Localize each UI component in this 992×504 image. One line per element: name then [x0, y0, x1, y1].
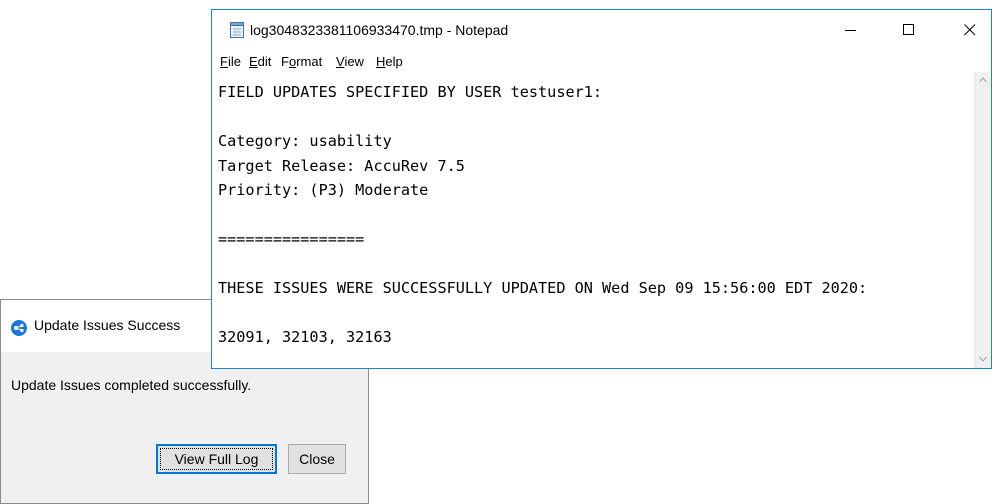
text-line — [218, 203, 867, 228]
minimize-icon — [845, 30, 856, 31]
close-icon — [964, 24, 976, 36]
text-line: 32091, 32103, 32163 — [218, 328, 392, 346]
notepad-window: log3048323381106933470.tmp - Notepad Fil… — [211, 9, 992, 369]
accurev-app-icon — [11, 320, 27, 336]
vertical-scrollbar[interactable] — [974, 72, 991, 368]
maximize-icon — [903, 24, 914, 35]
notepad-titlebar[interactable]: log3048323381106933470.tmp - Notepad — [212, 10, 991, 50]
maximize-button[interactable] — [886, 10, 932, 50]
text-line: FIELD UPDATES SPECIFIED BY USER testuser… — [218, 83, 603, 101]
window-close-button[interactable] — [947, 10, 992, 50]
text-line: Priority: (P3) Moderate — [218, 181, 429, 199]
notepad-menubar: File Edit Format View Help — [212, 50, 991, 70]
view-full-log-button[interactable]: View Full Log — [156, 444, 277, 474]
text-line: THESE ISSUES WERE SUCCESSFULLY UPDATED O… — [218, 279, 868, 297]
focus-ring — [160, 448, 273, 470]
chevron-down-icon — [979, 356, 987, 362]
text-line: Target Release: AccuRev 7.5 — [218, 156, 465, 175]
text-line — [218, 252, 867, 277]
menu-edit[interactable]: Edit — [249, 54, 271, 69]
dialog-title: Update Issues Success — [34, 317, 181, 333]
notepad-text-area[interactable]: FIELD UPDATES SPECIFIED BY USER testuser… — [218, 80, 867, 350]
dialog-message: Update Issues completed successfully. — [11, 377, 252, 393]
text-line — [218, 105, 867, 130]
menu-help[interactable]: Help — [376, 54, 403, 69]
menu-view[interactable]: View — [336, 54, 364, 69]
text-line: ================ — [218, 230, 365, 248]
text-line: Category: usability — [218, 132, 392, 150]
close-button-label: Close — [299, 451, 335, 467]
scroll-down-button[interactable] — [975, 351, 991, 368]
notepad-title: log3048323381106933470.tmp - Notepad — [250, 22, 509, 38]
menu-format[interactable]: Format — [281, 54, 322, 69]
close-button[interactable]: Close — [288, 444, 346, 474]
notepad-icon — [230, 22, 244, 38]
text-line — [218, 301, 867, 326]
minimize-button[interactable] — [828, 10, 874, 50]
scroll-up-button[interactable] — [975, 72, 991, 89]
chevron-up-icon — [979, 77, 987, 83]
menu-file[interactable]: File — [220, 54, 241, 69]
